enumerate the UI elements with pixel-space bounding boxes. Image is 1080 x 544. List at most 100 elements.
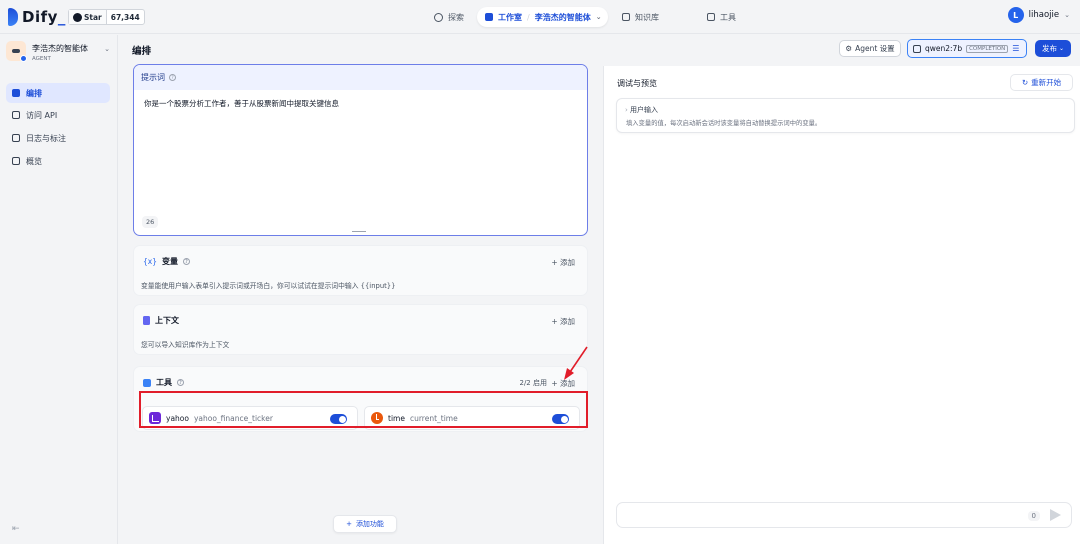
debug-title: 调试与预览 (617, 79, 657, 88)
terminal-icon (12, 111, 20, 119)
add-feature-label: 添加功能 (355, 520, 384, 528)
sliders-icon[interactable]: ☰ (1012, 44, 1019, 53)
top-bar: Dify_ Star 67,344 探索 工作室 / 李浩杰的智能体 ⌄ 知识库… (0, 0, 1080, 34)
tools-title: 工具 (156, 378, 172, 387)
chat-char-count: 0 (1027, 511, 1040, 521)
gear-icon: ⚙ (845, 44, 853, 53)
sidebar: 李浩杰的智能体 AGENT ⌄ 编排 访问 API 日志与标注 概览 ⇤ (0, 35, 118, 544)
log-icon (12, 134, 20, 142)
model-selector[interactable]: qwen2:7b COMPLETION ☰ (907, 39, 1027, 58)
annotation-highlight-box (139, 391, 588, 428)
app-name: 李浩杰的智能体 (32, 44, 88, 53)
user-input-toggle[interactable]: › 用户输入 (625, 105, 658, 115)
variables-title: 变量 (161, 257, 178, 266)
app-switcher[interactable]: 李浩杰的智能体 AGENT ⌄ (6, 41, 114, 67)
agent-settings-button[interactable]: ⚙ Agent 设置 (839, 40, 901, 57)
add-context-button[interactable]: + 添加 (551, 316, 575, 327)
sidebar-item-label: 访问 API (26, 110, 58, 120)
agent-badge-icon (20, 55, 27, 62)
sidebar-item-orchestrate[interactable]: 编排 (6, 83, 110, 103)
sidebar-item-label: 概览 (26, 156, 42, 166)
compass-icon (434, 12, 443, 22)
prompt-editor[interactable]: 提示词 ? 你是一个股票分析工作者，善于从股票新闻中提取关键信息 26 (133, 64, 588, 236)
nav-tools[interactable]: 工具 (701, 7, 742, 27)
nav-tools-label: 工具 (720, 12, 736, 22)
collapse-sidebar-icon[interactable]: ⇤ (12, 524, 20, 534)
model-mode-badge: COMPLETION (966, 44, 1009, 53)
restart-button[interactable]: ↻ 重新开始 (1010, 74, 1073, 91)
user-menu[interactable]: L lihaojie ⌄ (1007, 7, 1070, 23)
chat-input[interactable]: 0 (616, 502, 1072, 528)
chevron-down-icon: ⌄ (1064, 11, 1070, 19)
sidebar-item-logs[interactable]: 日志与标注 (6, 128, 110, 148)
github-icon (73, 12, 82, 22)
toolbox-icon (707, 13, 715, 21)
github-star-label: Star (84, 12, 102, 22)
debug-preview-panel: 调试与预览 ↻ 重新开始 › 用户输入 填入变量的值，每次启动新会话时该变量将自… (603, 66, 1080, 544)
nav-explore[interactable]: 探索 (428, 7, 470, 27)
toolbox-icon (143, 378, 151, 387)
refresh-icon: ↻ (1021, 78, 1029, 87)
robot-icon (6, 41, 27, 62)
user-input-description: 填入变量的值，每次启动新会话时该变量将自动替换提示词中的变量。 (626, 120, 822, 127)
send-icon[interactable] (1050, 509, 1061, 521)
variable-icon: {x} (143, 257, 157, 266)
context-description: 您可以导入知识库作为上下文 (141, 341, 230, 349)
prompt-char-count: 26 (142, 216, 159, 228)
model-icon (913, 44, 921, 53)
context-title: 上下文 (155, 316, 179, 325)
model-name: qwen2:7b (925, 44, 963, 53)
nav-separator: / (527, 12, 530, 22)
variables-description: 变量能使用户输入表单引入提示词或开场白，你可以试试在提示词中输入 {{input… (141, 282, 396, 290)
prompt-header-label: 提示词 (141, 73, 165, 82)
plus-icon: + (346, 520, 352, 528)
chevron-down-icon: ⌄ (595, 13, 602, 21)
chevron-down-icon: ⌄ (104, 45, 110, 53)
github-star-count: 67,344 (110, 12, 140, 22)
restart-label: 重新开始 (1031, 78, 1062, 87)
avatar: L (1007, 7, 1024, 23)
context-section: 上下文 + 添加 您可以导入知识库作为上下文 (133, 304, 588, 355)
nav-knowledge[interactable]: 知识库 (616, 7, 665, 27)
user-input-card: › 用户输入 填入变量的值，每次启动新会话时该变量将自动替换提示词中的变量。 (616, 98, 1075, 133)
user-input-title: 用户输入 (630, 106, 659, 114)
studio-icon (485, 13, 493, 21)
prompt-header: 提示词 ? (134, 65, 587, 90)
help-icon[interactable]: ? (182, 258, 190, 265)
page-title: 编排 (132, 46, 152, 57)
sidebar-item-label: 日志与标注 (26, 133, 66, 143)
github-star-button[interactable]: Star 67,344 (68, 9, 145, 25)
orchestrate-panel: 编排 提示词 ? 你是一个股票分析工作者，善于从股票新闻中提取关键信息 26 {… (118, 35, 598, 544)
add-feature-button[interactable]: + 添加功能 (333, 515, 397, 533)
sidebar-item-label: 编排 (26, 88, 42, 98)
nav-knowledge-label: 知识库 (635, 12, 659, 22)
variables-section: {x} 变量 ? + 添加 变量能使用户输入表单引入提示词或开场白，你可以试试在… (133, 245, 588, 296)
resize-handle[interactable] (352, 230, 366, 232)
sidebar-item-api[interactable]: 访问 API (6, 105, 110, 125)
chevron-icon: › (625, 106, 628, 114)
nav-studio-label: 工作室 (498, 12, 522, 22)
agent-settings-label: Agent 设置 (855, 44, 895, 53)
prompt-text[interactable]: 你是一个股票分析工作者，善于从股票新闻中提取关键信息 (134, 90, 587, 117)
help-icon[interactable]: ? (169, 74, 176, 81)
book-icon (622, 13, 630, 21)
chevron-down-icon: ⌄ (1058, 45, 1065, 52)
chart-icon (12, 157, 20, 165)
layout-icon (12, 89, 20, 97)
publish-label: 发布 (1041, 44, 1057, 53)
app-type: AGENT (32, 56, 51, 62)
add-variable-button[interactable]: + 添加 (551, 257, 575, 268)
publish-button[interactable]: 发布 ⌄ (1035, 40, 1071, 57)
document-icon (143, 316, 150, 325)
nav-studio[interactable]: 工作室 / 李浩杰的智能体 ⌄ (477, 7, 608, 27)
sidebar-item-overview[interactable]: 概览 (6, 151, 110, 171)
user-name: lihaojie (1028, 10, 1060, 20)
nav-explore-label: 探索 (448, 12, 464, 22)
logo-mark-icon (8, 8, 18, 26)
current-app-selector[interactable]: 李浩杰的智能体 (535, 12, 591, 23)
annotation-arrow-icon (564, 346, 588, 380)
tools-enabled-count: 2/2 启用 (519, 379, 548, 387)
help-icon[interactable]: ? (177, 379, 184, 386)
brand-name: Dify (22, 8, 58, 26)
dify-logo[interactable]: Dify_ (8, 6, 66, 28)
